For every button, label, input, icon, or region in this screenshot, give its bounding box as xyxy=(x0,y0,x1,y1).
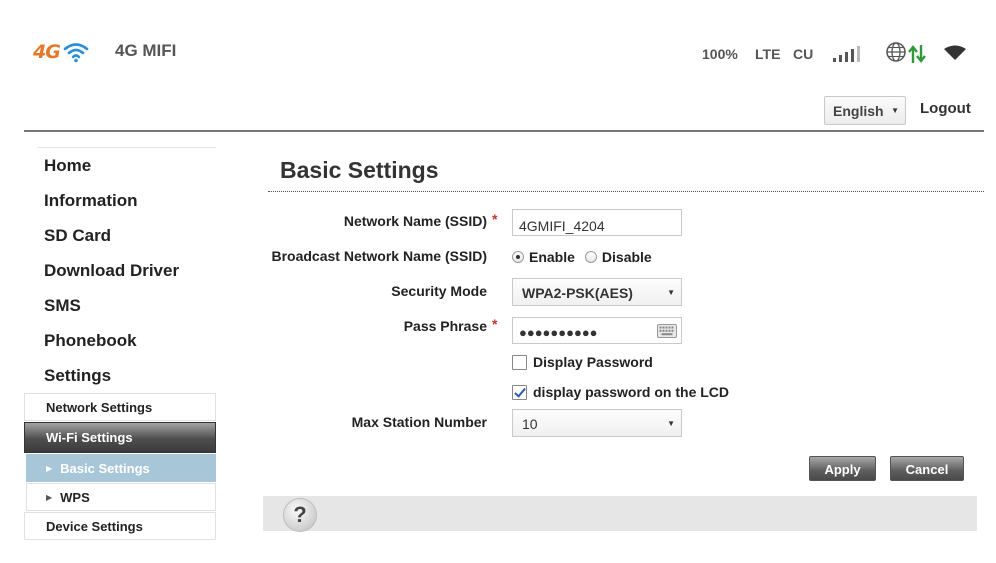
sidebar-item-label: WPS xyxy=(60,490,90,505)
caret-right-icon: ▶ xyxy=(46,464,53,473)
required-mark: * xyxy=(492,211,498,227)
chevron-down-icon: ▼ xyxy=(891,106,899,115)
broadcast-disable-radio[interactable] xyxy=(584,251,597,263)
sidebar-item-wps[interactable]: ▶ WPS xyxy=(26,483,216,511)
language-value: English xyxy=(833,103,884,119)
sidebar-divider xyxy=(38,147,216,148)
sidebar-item-network-settings[interactable]: Network Settings xyxy=(24,393,216,421)
passphrase-masked-value: ●●●●●●●●●● xyxy=(519,325,598,340)
display-lcd-row: display password on the LCD xyxy=(512,384,729,400)
display-password-label: Display Password xyxy=(533,354,653,370)
broadcast-disable-label: Disable xyxy=(601,249,652,265)
sidebar-item-download-driver[interactable]: Download Driver xyxy=(44,261,179,281)
display-lcd-label: display password on the LCD xyxy=(533,384,730,400)
network-type: LTE xyxy=(755,46,781,62)
page-title: Basic Settings xyxy=(280,157,439,183)
sidebar-item-device-settings[interactable]: Device Settings xyxy=(24,512,216,540)
help-bar xyxy=(263,496,977,531)
broadcast-label: Broadcast Network Name (SSID) xyxy=(271,248,487,264)
display-password-row: Display Password xyxy=(512,354,653,370)
ssid-label: Network Name (SSID) xyxy=(343,213,487,229)
chevron-down-icon: ▼ xyxy=(667,288,675,297)
data-transfer-icon xyxy=(908,45,926,63)
logout-link[interactable]: Logout xyxy=(920,100,971,117)
max-station-label: Max Station Number xyxy=(351,414,487,430)
sidebar-item-wifi-settings[interactable]: Wi-Fi Settings xyxy=(24,422,216,453)
security-mode-label: Security Mode xyxy=(391,283,487,299)
broadcast-enable-label: Enable xyxy=(529,249,575,265)
battery-level: 100% xyxy=(702,46,738,62)
keyboard-icon[interactable] xyxy=(657,324,677,338)
signal-icon xyxy=(833,46,860,62)
sidebar-item-sd-card[interactable]: SD Card xyxy=(44,226,111,246)
sidebar-item-home[interactable]: Home xyxy=(44,156,91,176)
max-station-value: 10 xyxy=(522,416,538,432)
help-icon[interactable]: ? xyxy=(283,498,317,532)
required-mark: * xyxy=(492,316,498,332)
display-password-checkbox[interactable] xyxy=(512,354,527,370)
globe-icon xyxy=(886,42,906,62)
app-logo: 4G xyxy=(33,40,89,64)
header-divider xyxy=(24,130,984,132)
apply-button[interactable]: Apply xyxy=(809,456,876,481)
security-mode-value: WPA2-PSK(AES) xyxy=(522,285,633,301)
operator-name: CU xyxy=(793,46,814,62)
ssid-input[interactable] xyxy=(512,209,682,236)
broadcast-enable-radio[interactable] xyxy=(512,251,524,263)
max-station-select[interactable]: 10 ▼ xyxy=(512,409,682,437)
sidebar-item-sms[interactable]: SMS xyxy=(44,296,81,316)
brand-title: 4G MIFI xyxy=(115,41,177,60)
passphrase-input[interactable]: ●●●●●●●●●● xyxy=(512,317,682,344)
title-divider xyxy=(268,191,984,192)
sidebar-item-information[interactable]: Information xyxy=(44,191,138,211)
cancel-button[interactable]: Cancel xyxy=(890,456,964,481)
wifi-icon xyxy=(944,45,966,60)
logo-4g-text: 4G xyxy=(33,41,61,63)
display-lcd-checkbox[interactable] xyxy=(512,384,527,400)
logo-wifi-icon xyxy=(63,43,89,63)
broadcast-radio-group: Enable Disable xyxy=(512,249,662,265)
sidebar-item-phonebook[interactable]: Phonebook xyxy=(44,331,137,351)
passphrase-label: Pass Phrase xyxy=(403,318,487,334)
sidebar-item-settings[interactable]: Settings xyxy=(44,366,111,386)
language-select[interactable]: English ▼ xyxy=(824,96,906,125)
security-mode-select[interactable]: WPA2-PSK(AES) ▼ xyxy=(512,278,682,306)
caret-right-icon: ▶ xyxy=(46,493,53,502)
sidebar-item-basic-settings[interactable]: ▶ Basic Settings xyxy=(26,454,216,482)
chevron-down-icon: ▼ xyxy=(667,419,675,428)
sidebar-item-label: Basic Settings xyxy=(60,461,150,476)
